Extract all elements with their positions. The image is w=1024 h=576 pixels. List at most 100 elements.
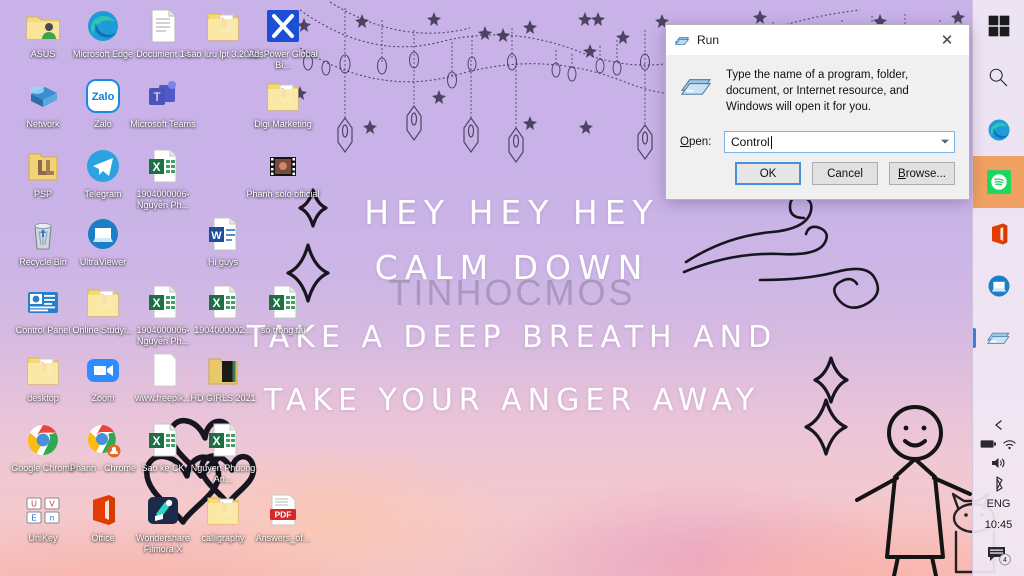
desktop-icon-label: Hi guys xyxy=(207,257,238,267)
svg-text:E: E xyxy=(31,514,36,523)
show-hidden-icons-button[interactable] xyxy=(973,415,1024,435)
blank-file-icon xyxy=(143,350,183,390)
taskbar-item-office[interactable] xyxy=(973,208,1024,260)
zoom-icon xyxy=(83,350,123,390)
folder-boots-icon xyxy=(23,146,63,186)
svg-text:U: U xyxy=(31,500,37,509)
desktop-icon-label: 1904000006-Nguyễn Ph... xyxy=(136,189,190,210)
ultraviewer-icon xyxy=(985,272,1013,300)
teams-icon: T xyxy=(143,76,183,116)
taskbar-item-run[interactable] xyxy=(972,312,1024,364)
desktop-icon-grid: ASUS Microsoft Edge Document 14 sao lưu lpt… xyxy=(0,0,320,576)
bluetooth-icon[interactable] xyxy=(992,476,1006,492)
svg-text:X: X xyxy=(212,296,220,310)
start-button[interactable] xyxy=(973,0,1024,52)
battery-icon[interactable] xyxy=(980,438,997,450)
desktop-icon-label: Phanh solo official xyxy=(246,189,320,199)
video-icon xyxy=(263,146,303,186)
cancel-button[interactable]: Cancel xyxy=(812,162,878,185)
desktop-icon[interactable]: PDF Answers_of... xyxy=(244,490,322,544)
desktop-icon[interactable]: X Nguyen Phuong An... xyxy=(184,420,262,485)
desktop-icon[interactable]: T Microsoft Teams xyxy=(124,76,202,130)
chevron-down-icon[interactable] xyxy=(941,139,949,144)
language-indicator[interactable]: ENG xyxy=(973,495,1024,513)
pdf-icon: PDF xyxy=(263,490,303,530)
taskbar-item-ultraviewer[interactable] xyxy=(973,260,1024,312)
run-icon xyxy=(985,324,1013,352)
search-button[interactable] xyxy=(973,52,1024,104)
desktop-icon[interactable]: Phanh solo official xyxy=(244,146,322,200)
excel-icon: X xyxy=(203,282,243,322)
office-icon xyxy=(985,220,1013,248)
run-dialog-buttons: OK Cancel Browse... xyxy=(666,162,969,185)
document-icon xyxy=(143,6,183,46)
spotify-icon xyxy=(985,168,1013,196)
run-open-row: Open: Control xyxy=(680,131,955,153)
wifi-icon[interactable] xyxy=(1002,438,1017,450)
telegram-icon xyxy=(83,146,123,186)
excel-icon: X xyxy=(263,282,303,322)
browse-button[interactable]: Browse... xyxy=(889,162,955,185)
run-dialog-titlebar[interactable]: Run ✕ xyxy=(666,25,969,55)
edge-icon xyxy=(83,6,123,46)
folder-dark-icon xyxy=(203,350,243,390)
clock[interactable]: 10:45 xyxy=(985,513,1013,541)
bluetooth-row[interactable] xyxy=(973,473,1024,495)
battery-and-wifi-row[interactable] xyxy=(973,435,1024,453)
desktop[interactable]: HEY HEY HEY CALM DOWN TAKE A DEEP BREATH… xyxy=(0,0,1024,576)
edge-icon xyxy=(985,116,1013,144)
folder-file-icon xyxy=(203,6,243,46)
desktop-icon[interactable]: X 1904000006-Nguyễn Ph... xyxy=(124,146,202,211)
chrome-profile-icon xyxy=(83,420,123,460)
notifications-button[interactable]: 4 xyxy=(973,541,1024,576)
volume-icon[interactable] xyxy=(990,456,1007,470)
svg-text:X: X xyxy=(152,160,160,174)
run-command-input-value: Control xyxy=(731,135,770,149)
folder-user-icon xyxy=(23,6,63,46)
svg-text:W: W xyxy=(211,230,222,242)
unikey-icon: U V En xyxy=(23,490,63,530)
run-command-input[interactable]: Control xyxy=(724,131,955,153)
desktop-icon[interactable]: AdsPower Global Bi... xyxy=(244,6,322,71)
ok-button[interactable]: OK xyxy=(735,162,801,185)
desktop-icon-label: Microsoft Teams xyxy=(130,119,196,129)
run-dialog[interactable]: Run ✕ Type the name of a program, folder… xyxy=(665,24,970,200)
desktop-icon[interactable]: HD GIRLS 2021 xyxy=(184,350,262,404)
svg-text:V: V xyxy=(49,500,55,509)
desktop-icon[interactable]: Xsố trong tài xyxy=(244,282,322,336)
svg-text:X: X xyxy=(212,434,220,448)
desktop-icon[interactable]: W Hi guys xyxy=(184,214,262,268)
search-icon xyxy=(985,64,1013,92)
windows-logo-icon xyxy=(985,12,1013,40)
notifications-icon: 4 xyxy=(987,547,1011,566)
excel-icon: X xyxy=(143,146,183,186)
ultraviewer-icon xyxy=(83,214,123,254)
network-icon xyxy=(23,76,63,116)
control-panel-icon xyxy=(23,282,63,322)
office-icon xyxy=(83,490,123,530)
volume-row[interactable] xyxy=(973,453,1024,473)
desktop-icon[interactable]: Digi Marketing xyxy=(244,76,322,130)
filmora-icon xyxy=(143,490,183,530)
run-window-icon xyxy=(674,37,690,45)
desktop-icon-label: UltraViewer xyxy=(79,257,127,267)
folder-file-icon xyxy=(23,350,63,390)
clock-time: 10:45 xyxy=(984,519,1013,531)
excel-icon: X xyxy=(143,420,183,460)
taskbar[interactable]: ENG 10:45 4 xyxy=(972,0,1024,576)
desktop-icon-label: Nguyen Phuong An... xyxy=(190,463,256,484)
run-dialog-description: Type the name of a program, folder, docu… xyxy=(726,69,909,113)
system-tray[interactable]: ENG 10:45 4 xyxy=(973,415,1024,576)
taskbar-item-edge[interactable] xyxy=(973,104,1024,156)
zalo-icon: Zalo xyxy=(83,76,123,116)
folder-file-icon xyxy=(203,490,243,530)
svg-text:PDF: PDF xyxy=(275,510,292,520)
taskbar-item-spotify[interactable] xyxy=(972,156,1024,208)
desktop-icon[interactable]: UltraViewer xyxy=(64,214,142,268)
desktop-icon-label: HD GIRLS 2021 xyxy=(190,393,256,403)
close-icon[interactable]: ✕ xyxy=(925,25,969,55)
run-large-icon xyxy=(680,79,712,95)
show-hidden-icons-chevron-icon xyxy=(994,420,1002,430)
excel-icon: X xyxy=(203,420,243,460)
language-label: ENG xyxy=(986,498,1011,510)
